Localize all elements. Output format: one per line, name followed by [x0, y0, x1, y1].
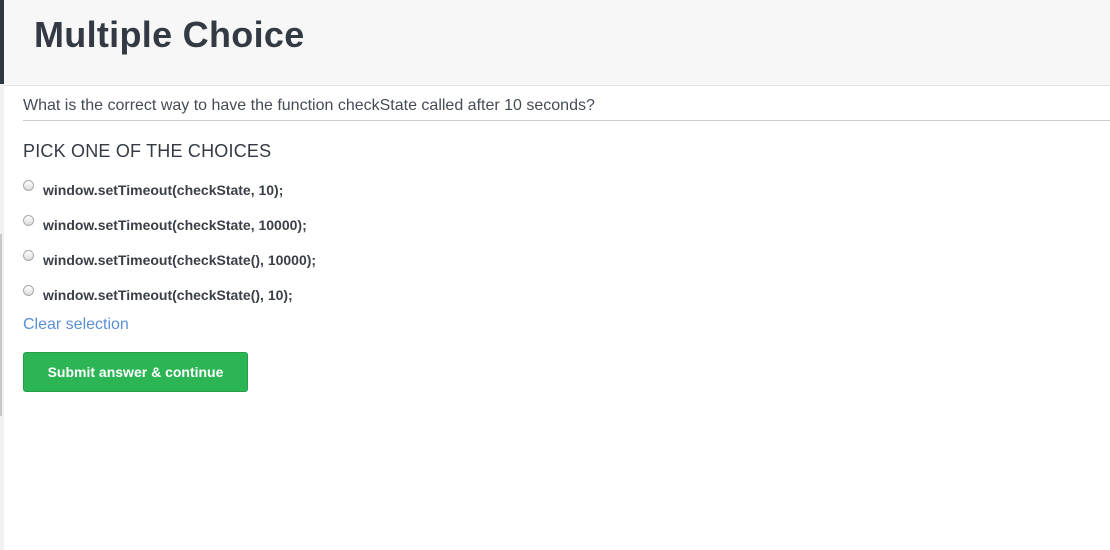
radio-button[interactable]: [23, 285, 34, 296]
choice-label[interactable]: window.setTimeout(checkState(), 10);: [43, 287, 293, 303]
radio-button[interactable]: [23, 250, 34, 261]
choice-label[interactable]: window.setTimeout(checkState(), 10000);: [43, 252, 316, 268]
clear-selection-link[interactable]: Clear selection: [23, 316, 129, 334]
page-title: Multiple Choice: [34, 14, 305, 55]
page-header: Multiple Choice: [4, 0, 1110, 86]
submit-answer-button[interactable]: Submit answer & continue: [23, 352, 248, 392]
quiz-page: Multiple Choice What is the correct way …: [0, 0, 1110, 550]
radio-button[interactable]: [23, 180, 34, 191]
choices-instruction: PICK ONE OF THE CHOICES: [23, 141, 272, 161]
radio-button[interactable]: [23, 215, 34, 226]
choice-label[interactable]: window.setTimeout(checkState, 10000);: [43, 217, 307, 233]
question-text: What is the correct way to have the func…: [23, 95, 1110, 121]
left-rail-scroll-marker: [0, 234, 2, 416]
choice-label[interactable]: window.setTimeout(checkState, 10);: [43, 182, 283, 198]
